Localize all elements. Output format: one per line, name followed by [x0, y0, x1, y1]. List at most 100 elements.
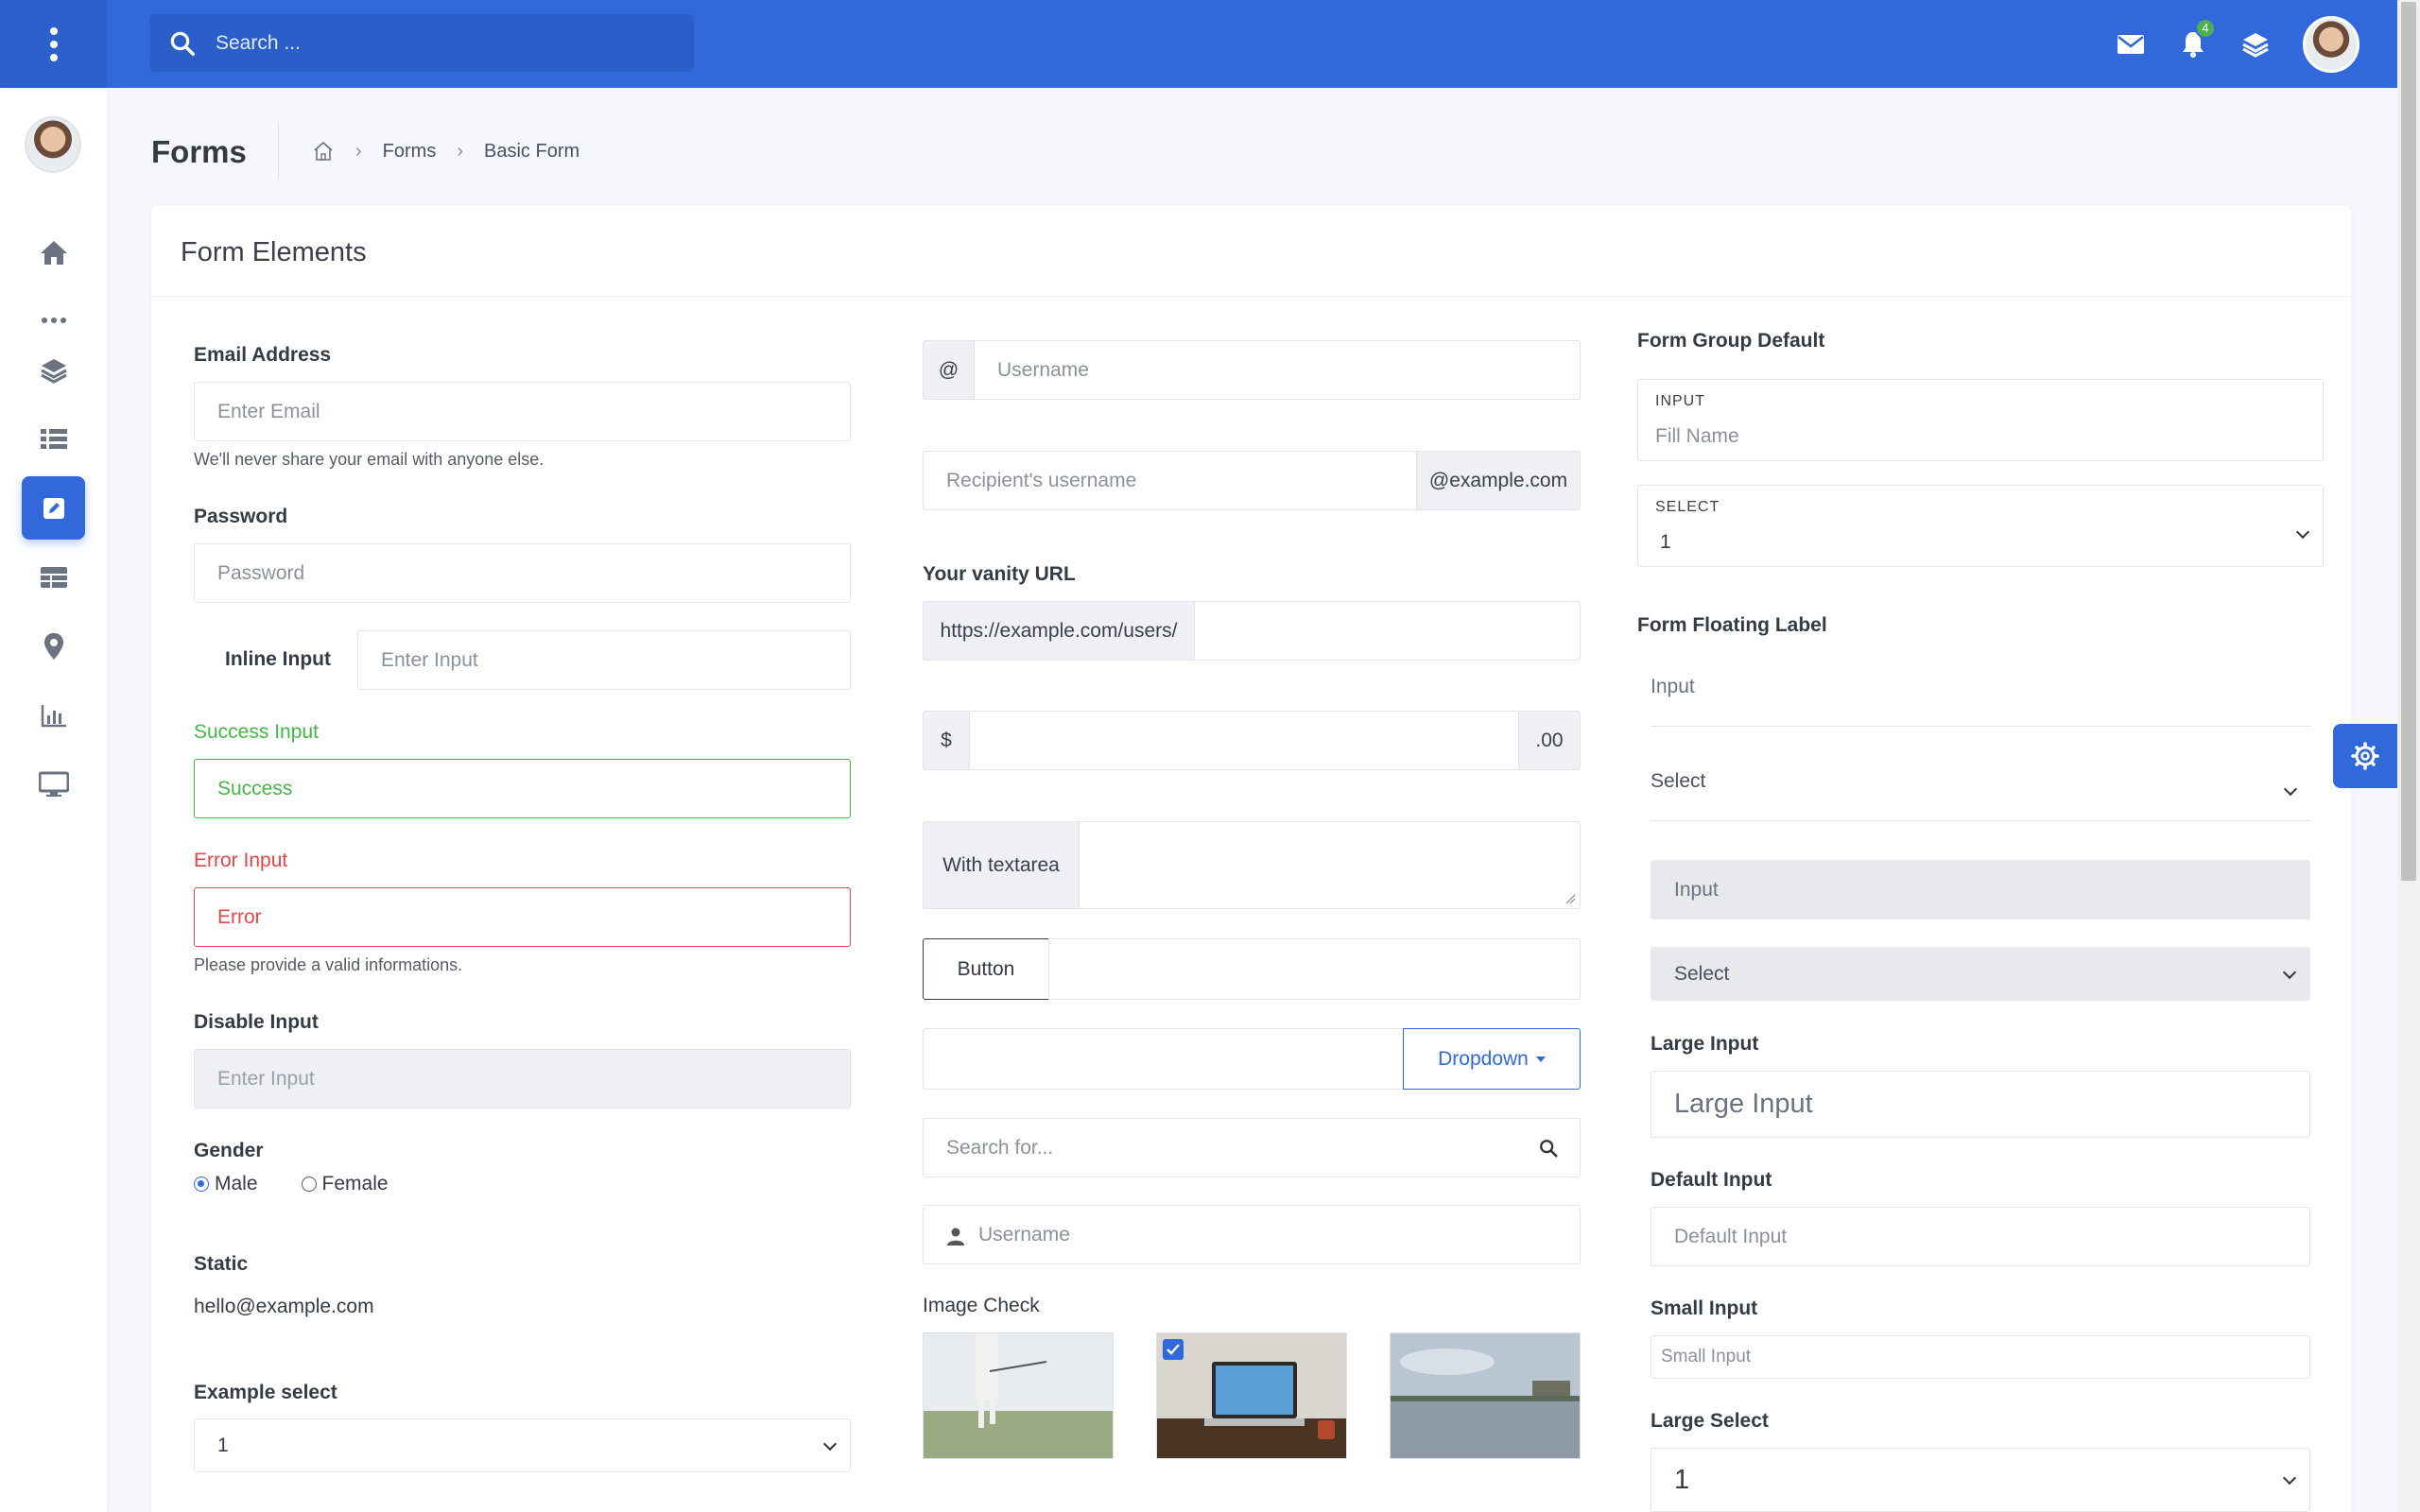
group-select-value: 1: [1660, 531, 1671, 553]
floating-input[interactable]: Input: [1651, 666, 2310, 727]
male-label: Male: [215, 1173, 258, 1194]
sidebar-item-forms[interactable]: [22, 476, 85, 540]
static-value: hello@example.com: [194, 1296, 374, 1317]
floating-select-label: Select: [1651, 770, 1706, 792]
sidebar-item-list[interactable]: [22, 407, 85, 471]
default-input-label: Default Input: [1651, 1169, 1772, 1191]
checked-icon: [1163, 1339, 1184, 1360]
sidebar-item-charts[interactable]: [22, 683, 85, 747]
card-title: Form Elements: [181, 237, 367, 267]
large-select-label: Large Select: [1651, 1410, 1769, 1432]
group-default-input[interactable]: INPUT Fill Name: [1637, 379, 2324, 461]
username-input[interactable]: Username: [974, 340, 1581, 400]
image-check-golf[interactable]: [923, 1332, 1114, 1459]
breadcrumb-basic-form: Basic Form: [484, 140, 580, 162]
small-input[interactable]: Small Input: [1651, 1335, 2310, 1379]
email-hint: We'll never share your email with anyone…: [194, 450, 544, 469]
top-header: 4: [0, 0, 2397, 88]
home-outline-icon[interactable]: [312, 140, 335, 163]
golf-image: [924, 1333, 1113, 1458]
page-scrollbar[interactable]: [2397, 0, 2420, 1512]
mail-icon[interactable]: [2116, 29, 2146, 60]
default-input[interactable]: Default Input: [1651, 1207, 2310, 1266]
disable-label: Disable Input: [194, 1011, 319, 1033]
example-select[interactable]: 1: [194, 1418, 851, 1472]
filled-select[interactable]: Select: [1651, 947, 2310, 1001]
gender-label: Gender: [194, 1140, 264, 1161]
group-default-select[interactable]: SELECT 1: [1637, 485, 2324, 567]
chevron-right-icon: ›: [457, 140, 464, 162]
dropdown-group-input[interactable]: [923, 1028, 1404, 1090]
large-input[interactable]: Large Input: [1651, 1071, 2310, 1138]
settings-toggle-button[interactable]: [2333, 724, 2397, 788]
amount-input[interactable]: [969, 711, 1519, 770]
card-header: Form Elements: [151, 206, 2351, 297]
page-title: Forms: [151, 134, 247, 169]
search-icon: [149, 29, 216, 58]
home-icon: [40, 240, 67, 265]
female-radio[interactable]: [301, 1177, 317, 1192]
error-input[interactable]: Error: [194, 887, 851, 947]
layers-icon: [40, 358, 67, 384]
chevron-down-icon: [822, 1436, 838, 1451]
filled-input[interactable]: Input: [1651, 860, 2310, 919]
vanity-label: Your vanity URL: [923, 563, 1076, 585]
recipient-input[interactable]: Recipient's username: [923, 451, 1417, 510]
header-search-input[interactable]: [216, 31, 669, 55]
kebab-icon: [49, 26, 58, 61]
user-icon-input[interactable]: Username: [923, 1205, 1581, 1264]
button-group-input[interactable]: [1048, 938, 1581, 1000]
breadcrumb: › Forms › Basic Form: [312, 140, 579, 163]
search-icon[interactable]: [1538, 1138, 1559, 1159]
textarea-input[interactable]: [1079, 821, 1581, 909]
sidebar-item-maps[interactable]: [22, 614, 85, 678]
email-field[interactable]: Enter Email: [194, 382, 851, 441]
textarea-addon: With textarea: [923, 821, 1080, 909]
error-hint: Please provide a valid informations.: [194, 955, 463, 974]
addon-button[interactable]: Button: [923, 938, 1049, 1000]
image-check-laptop[interactable]: [1156, 1332, 1347, 1459]
male-radio[interactable]: [194, 1177, 209, 1192]
layers-icon[interactable]: [2240, 29, 2271, 60]
breadcrumb-forms[interactable]: Forms: [383, 141, 437, 163]
select-caption: SELECT: [1655, 499, 1720, 515]
header-search[interactable]: [149, 14, 694, 72]
laptop-image: [1157, 1333, 1346, 1458]
desktop-icon: [38, 771, 69, 797]
large-select[interactable]: 1: [1651, 1448, 2310, 1512]
floating-select[interactable]: Select: [1651, 761, 2310, 821]
gender-options: Male Female: [194, 1173, 389, 1195]
error-label: Error Input: [194, 850, 288, 871]
sidebar-more-icon: [42, 318, 66, 323]
menu-toggle-button[interactable]: [0, 0, 107, 88]
vanity-addon: https://example.com/users/: [923, 601, 1195, 661]
list-icon: [40, 428, 67, 449]
bell-icon[interactable]: 4: [2178, 17, 2216, 60]
female-label: Female: [321, 1173, 389, 1194]
static-label: Static: [194, 1253, 249, 1275]
scrollbar-thumb[interactable]: [2401, 2, 2416, 881]
password-label: Password: [194, 506, 288, 527]
floating-label-title: Form Floating Label: [1637, 614, 1827, 636]
sidebar-item-layers[interactable]: [22, 338, 85, 402]
password-field[interactable]: Password: [194, 543, 851, 603]
user-avatar[interactable]: [2303, 15, 2360, 73]
caret-down-icon: [1535, 1056, 1546, 1062]
success-input[interactable]: Success: [194, 759, 851, 818]
search-for-input[interactable]: Search for...: [923, 1118, 1581, 1177]
sidebar-avatar[interactable]: [25, 116, 81, 173]
bar-chart-icon: [41, 704, 66, 727]
sidebar-item-desktop[interactable]: [22, 752, 85, 816]
dollar-addon: $: [923, 711, 970, 770]
edit-icon: [43, 497, 64, 519]
lake-image: [1391, 1333, 1580, 1458]
inline-input-field[interactable]: Enter Input: [357, 630, 851, 690]
image-check-lake[interactable]: [1390, 1332, 1581, 1459]
user-placeholder: Username: [978, 1223, 1070, 1246]
sidebar-item-tables[interactable]: [22, 545, 85, 609]
dropdown-button[interactable]: Dropdown: [1403, 1028, 1581, 1090]
sidebar-item-home[interactable]: [22, 220, 85, 284]
fill-name-placeholder: Fill Name: [1655, 425, 1739, 447]
resize-handle-icon[interactable]: [1564, 893, 1576, 904]
vanity-input[interactable]: [1194, 601, 1581, 661]
